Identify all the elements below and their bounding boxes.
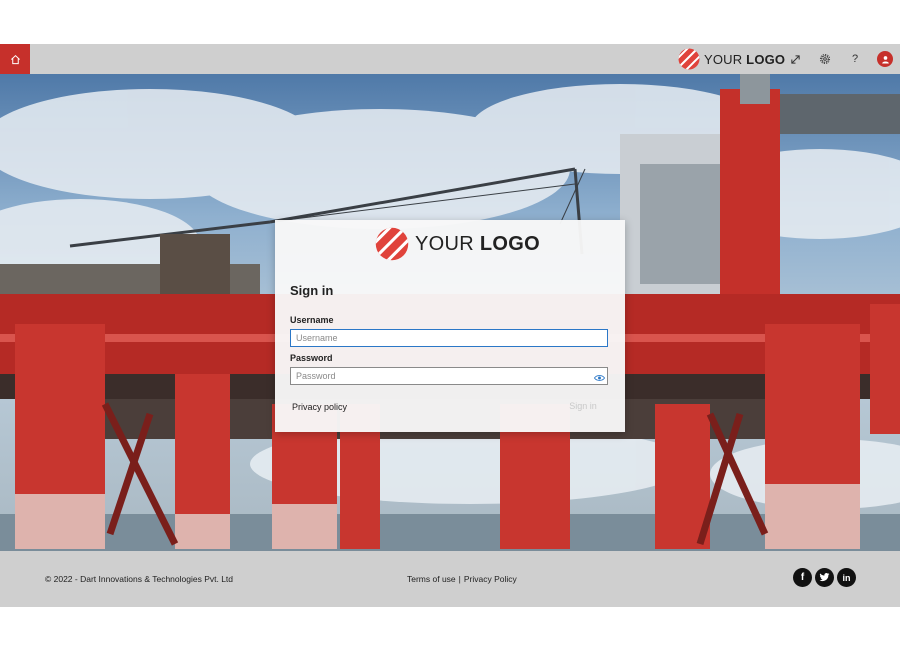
home-icon: [10, 54, 20, 64]
facebook-button[interactable]: f: [793, 568, 812, 587]
twitter-button[interactable]: [815, 568, 834, 587]
header-logo[interactable]: YOUR LOGO: [678, 48, 785, 70]
help-button[interactable]: ?: [847, 51, 863, 67]
signin-title: Sign in: [290, 283, 334, 298]
username-label: Username: [290, 315, 334, 325]
top-bar: YOUR LOGO ?: [0, 44, 900, 74]
settings-button[interactable]: [817, 51, 833, 67]
facebook-icon: f: [800, 572, 805, 583]
login-logo: YOUR LOGO: [375, 227, 540, 261]
copyright-text: © 2022 - Dart Innovations & Technologies…: [45, 574, 234, 584]
help-icon: ?: [851, 53, 859, 65]
home-button[interactable]: [0, 44, 30, 74]
header-logo-text: YOUR LOGO: [704, 51, 786, 67]
footer-links: Terms of use | Privacy Policy: [407, 574, 517, 584]
password-label: Password: [290, 353, 333, 363]
login-card: YOUR LOGO Sign in Username Password Priv…: [275, 220, 625, 432]
signin-button[interactable]: Sign in: [558, 396, 608, 416]
show-password-toggle[interactable]: [593, 372, 605, 384]
eye-icon: [593, 375, 605, 381]
linkedin-icon: in: [842, 572, 851, 583]
logo-mark-icon: [375, 227, 409, 261]
twitter-icon: [819, 573, 830, 582]
privacy-policy-footer-link[interactable]: Privacy Policy: [464, 574, 517, 584]
fullscreen-button[interactable]: [787, 51, 803, 67]
gear-icon: [819, 53, 831, 65]
privacy-policy-link[interactable]: Privacy policy: [292, 402, 347, 412]
footer: © 2022 - Dart Innovations & Technologies…: [0, 551, 900, 607]
expand-icon: [790, 54, 800, 64]
footer-separator: |: [458, 574, 461, 584]
user-avatar-icon: [881, 55, 889, 64]
login-logo-text: YOUR LOGO: [415, 232, 540, 255]
logo-mark-icon: [678, 48, 700, 70]
user-avatar[interactable]: [877, 51, 893, 67]
username-input[interactable]: [290, 329, 608, 347]
linkedin-button[interactable]: in: [837, 568, 856, 587]
password-input[interactable]: [290, 367, 608, 385]
terms-of-use-link[interactable]: Terms of use: [407, 574, 456, 584]
